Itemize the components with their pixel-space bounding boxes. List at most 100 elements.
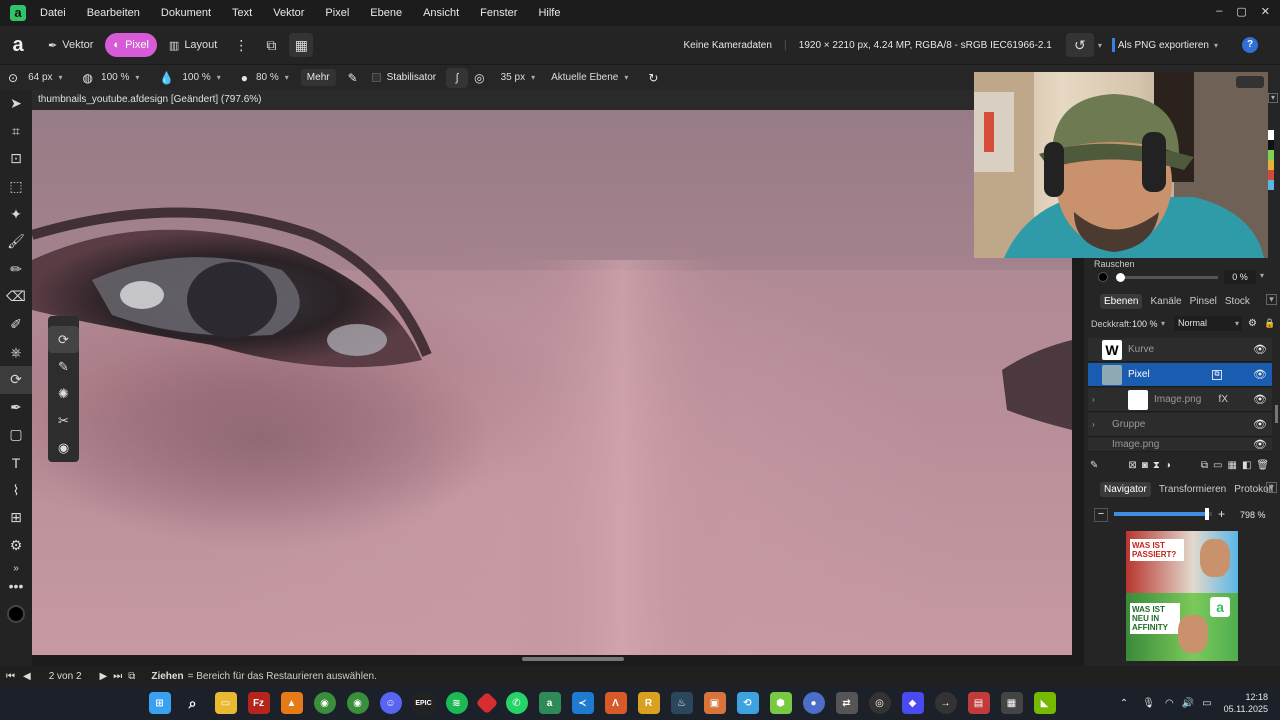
menu-ansicht[interactable]: Ansicht xyxy=(423,7,459,19)
menu-hilfe[interactable]: Hilfe xyxy=(538,7,560,19)
blemish-removal-icon[interactable]: ✺ xyxy=(48,380,79,407)
erase-brush-icon[interactable]: ⌫ xyxy=(0,283,32,311)
spotify-icon[interactable]: ≋ xyxy=(445,692,468,714)
pencil-tool-icon[interactable]: ✏ xyxy=(0,256,32,284)
mesh-warp-icon[interactable]: ⊞ xyxy=(0,504,32,532)
flow-field[interactable]: 100 % ▾ xyxy=(182,72,220,83)
primary-color-swatch[interactable] xyxy=(7,605,25,624)
red-eye-icon[interactable]: ◉ xyxy=(48,434,79,461)
checker-icon[interactable]: ▦ xyxy=(1228,460,1237,471)
menu-datei[interactable]: Datei xyxy=(40,7,66,19)
app-icon-3[interactable]: ⟲ xyxy=(736,692,759,714)
windows-icon[interactable]: ⊞ xyxy=(148,692,171,714)
more-tools-icon[interactable]: ••• xyxy=(0,577,32,595)
pen-tool-icon[interactable]: ✒ xyxy=(0,394,32,422)
minimize-button[interactable]: – xyxy=(1216,5,1222,18)
layer-row-pixel[interactable]: Pixel ⧉ 👁 xyxy=(1088,363,1272,387)
app-icon-6[interactable]: ⇄ xyxy=(835,692,858,714)
noise-value-field[interactable]: 0 % xyxy=(1224,270,1256,284)
document-tab[interactable]: thumbnails_youtube.afdesign [Geändert] (… xyxy=(32,90,1084,110)
more-options-icon[interactable]: ⋮ xyxy=(229,33,253,57)
search-icon[interactable]: ⌕ xyxy=(182,692,204,714)
menu-text[interactable]: Text xyxy=(232,7,252,19)
app-icon-10[interactable]: ▤ xyxy=(967,692,990,714)
menu-pixel[interactable]: Pixel xyxy=(325,7,349,19)
panel-menu-icon[interactable]: ▾ xyxy=(1266,294,1277,305)
flyout-handle[interactable] xyxy=(48,316,79,326)
add-group-icon[interactable]: ▭ xyxy=(1213,460,1222,471)
add-pixel-layer-icon[interactable]: ⧉ xyxy=(1201,460,1208,471)
menu-bearbeiten[interactable]: Bearbeiten xyxy=(87,7,140,19)
microphone-icon[interactable]: 🎙 xyxy=(1142,698,1155,709)
expand-chevron-icon[interactable]: › xyxy=(1092,420,1095,429)
eye-icon[interactable]: 👁 xyxy=(1248,393,1272,406)
discord-icon[interactable]: ☺ xyxy=(379,692,402,714)
noise-color-swatch[interactable] xyxy=(1098,272,1108,282)
maximize-button[interactable]: ▢ xyxy=(1236,5,1246,18)
live-filter-icon[interactable]: ◑ xyxy=(1165,460,1171,471)
wifi-icon[interactable]: ◠ xyxy=(1165,698,1174,709)
chevron-down-icon[interactable]: ▾ xyxy=(1161,319,1165,328)
next-page-icon[interactable]: ▶ xyxy=(100,671,108,682)
delete-layer-icon[interactable]: 🗑 xyxy=(1256,460,1269,471)
crop-tool-icon[interactable]: ⌗ xyxy=(0,118,32,146)
brush-target-icon[interactable]: ⊙ xyxy=(8,71,18,85)
battery-icon[interactable]: ▭ xyxy=(1202,698,1211,709)
text-tool-icon[interactable]: T xyxy=(0,449,32,477)
noise-slider[interactable] xyxy=(1116,276,1218,279)
app-icon-7[interactable]: ◎ xyxy=(868,692,891,714)
clock[interactable]: 12:18 05.11.2025 xyxy=(1224,691,1268,715)
patch-tool-icon[interactable]: ✎ xyxy=(48,353,79,380)
affinity-icon[interactable]: a xyxy=(538,692,561,714)
tab-kanaele[interactable]: Kanäle xyxy=(1150,296,1181,307)
vlc-icon[interactable]: ▲ xyxy=(280,692,303,714)
view-mode-icon[interactable]: ⧉ xyxy=(259,33,283,57)
brush-size-field[interactable]: 64 px ▾ xyxy=(28,72,62,83)
inpainting-brush-icon[interactable]: ✂ xyxy=(48,407,79,434)
panel-collapse-icon[interactable]: ▾ xyxy=(1268,93,1278,103)
persona-pixel[interactable]: ◐ Pixel xyxy=(105,33,157,57)
stabilizer-checkbox[interactable] xyxy=(371,73,381,82)
zoom-value[interactable]: 798 % xyxy=(1240,510,1266,520)
adjustment-icon[interactable]: ⊠ xyxy=(1128,460,1136,471)
layer-row-image-2[interactable]: Image.png 👁 xyxy=(1088,438,1272,452)
tray-overflow-icon[interactable]: ⌃ xyxy=(1120,698,1128,709)
layer-row-kurve[interactable]: W Kurve 👁 xyxy=(1088,338,1272,362)
eye-icon[interactable]: 👁 xyxy=(1248,438,1272,451)
add-layer-icon[interactable]: ◧ xyxy=(1242,460,1251,471)
pages-icon[interactable]: ⧉ xyxy=(128,671,135,682)
menu-fenster[interactable]: Fenster xyxy=(480,7,517,19)
prev-page-icon[interactable]: ◀ xyxy=(23,671,31,682)
healing-brush-icon[interactable]: ⟳ xyxy=(0,365,32,394)
more-button[interactable]: Mehr xyxy=(300,69,336,86)
menu-dokument[interactable]: Dokument xyxy=(161,7,211,19)
chevron-down-icon[interactable]: ▾ xyxy=(1260,271,1264,280)
settings-gear-icon[interactable]: ⚙ xyxy=(0,532,32,560)
layer-opacity-field[interactable]: 100 % xyxy=(1132,319,1158,329)
persona-layout[interactable]: ▥ Layout xyxy=(161,33,225,57)
chrome-alt-icon[interactable]: ◉ xyxy=(346,692,369,714)
marquee-tool-icon[interactable]: ⬚ xyxy=(0,173,32,201)
steam-icon[interactable]: ♨ xyxy=(670,692,693,714)
source-layer-dropdown[interactable]: Aktuelle Ebene ▾ xyxy=(551,72,628,83)
blend-mode-dropdown[interactable]: Normal ▾ xyxy=(1174,316,1242,331)
expand-chevron-icon[interactable]: › xyxy=(1092,395,1095,404)
zoom-in-button[interactable]: + xyxy=(1218,507,1225,521)
app-icon-8[interactable]: ◆ xyxy=(901,692,924,714)
eye-icon[interactable]: 👁 xyxy=(1248,368,1272,381)
first-page-icon[interactable]: ⏮ xyxy=(6,671,15,682)
rectangle-tool-icon[interactable]: ▢ xyxy=(0,421,32,449)
stabilizer-rope-icon[interactable]: ʃ xyxy=(446,67,469,88)
zoom-slider[interactable] xyxy=(1114,512,1212,516)
menu-vektor[interactable]: Vektor xyxy=(273,7,304,19)
navigator-preview[interactable]: WAS IST PASSIERT? WAS IST NEU IN AFFINIT… xyxy=(1126,531,1238,661)
volume-icon[interactable]: 🔊 xyxy=(1182,698,1194,709)
paint-brush-icon[interactable]: 🖌 xyxy=(0,228,32,256)
tab-stock[interactable]: Stock xyxy=(1225,296,1250,307)
app-icon-11[interactable]: ▦ xyxy=(1000,692,1023,714)
chrome-icon[interactable]: ◉ xyxy=(313,692,336,714)
selection-brush-icon[interactable]: ✦ xyxy=(0,200,32,228)
help-icon[interactable]: ? xyxy=(1242,37,1258,53)
eye-icon[interactable]: 👁 xyxy=(1248,418,1272,431)
affinity-publisher-icon[interactable]: Λ xyxy=(604,692,627,714)
